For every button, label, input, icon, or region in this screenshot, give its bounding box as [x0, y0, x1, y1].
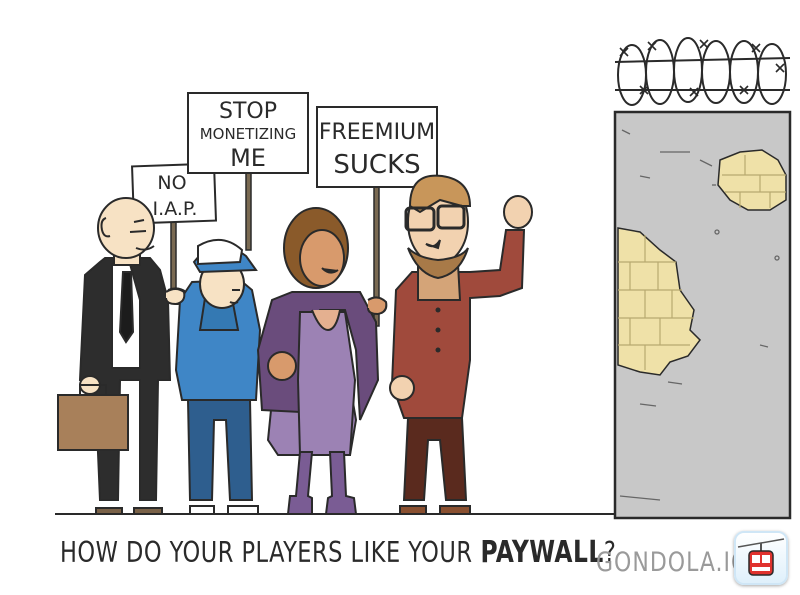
- caption-emphasis: PAYWALL: [480, 535, 604, 571]
- gondola-icon: [737, 538, 785, 576]
- comic-scene: NO I.A.P. STOP MONETIZING ME FREEMIUM SU…: [55, 37, 792, 520]
- sign-stop-line1: STOP: [219, 99, 277, 124]
- sign-no-iap-line1: NO: [157, 172, 186, 194]
- sign-stop-line2: MONETIZING: [200, 125, 297, 143]
- curly-woman: [256, 207, 388, 515]
- paywall: [613, 37, 792, 520]
- barbed-wire: [614, 37, 791, 106]
- bearded-hipster: [389, 174, 533, 515]
- sign-freemium-line1: FREEMIUM: [319, 120, 435, 145]
- sign-no-iap-line2: I.A.P.: [153, 198, 198, 220]
- sign-stop-monetizing: STOP MONETIZING ME: [187, 92, 309, 174]
- sign-freemium-line2: SUCKS: [333, 150, 420, 180]
- businessman: [57, 197, 188, 515]
- brand-name[interactable]: GONDOLA.IO: [596, 548, 749, 578]
- hoodie-kid: [165, 239, 262, 515]
- gondola-app-icon[interactable]: [734, 531, 788, 585]
- caption-text: HOW DO YOUR PLAYERS LIKE YOUR: [60, 535, 473, 569]
- sign-freemium-sucks: FREEMIUM SUCKS: [316, 106, 438, 188]
- caption: HOW DO YOUR PLAYERS LIKE YOUR PAYWALL ?: [60, 536, 616, 580]
- sign-stop-line3: ME: [230, 144, 266, 172]
